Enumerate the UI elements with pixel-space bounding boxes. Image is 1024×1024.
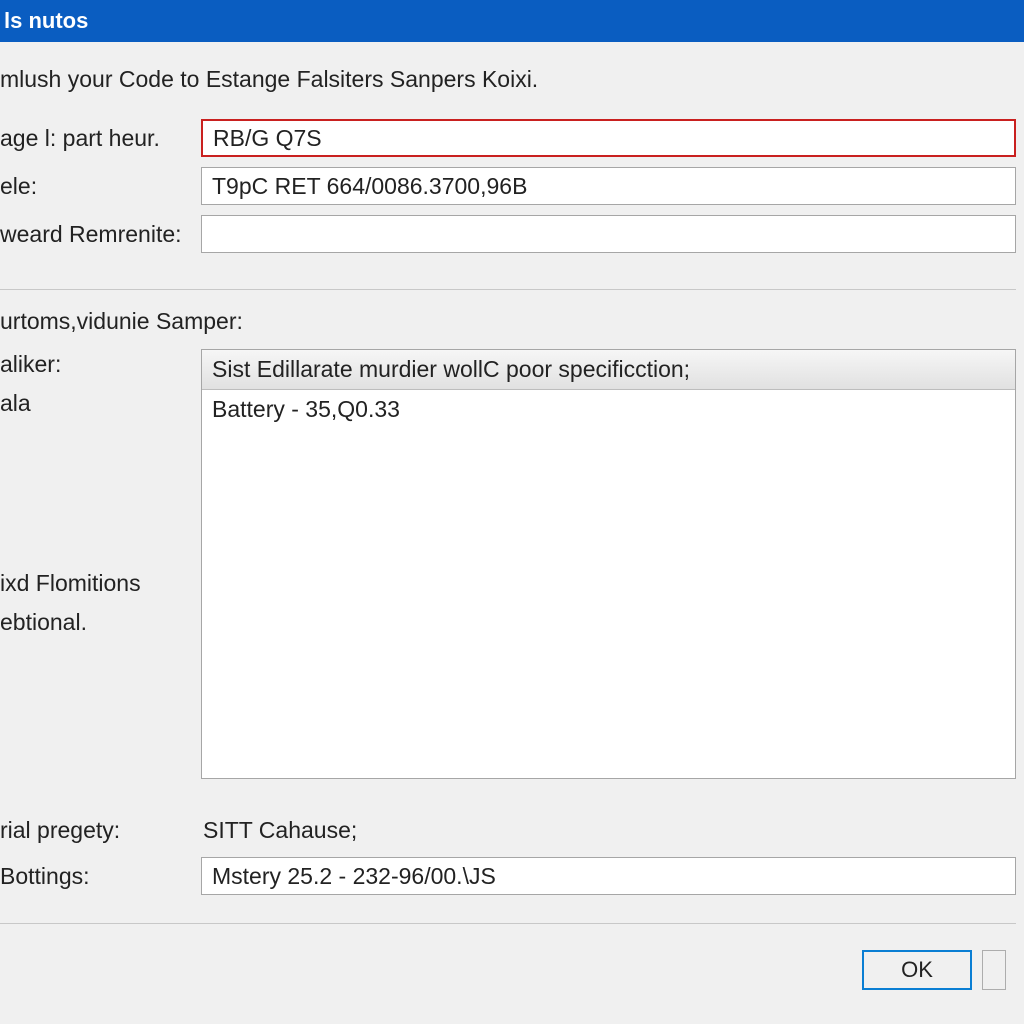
ok-button[interactable]: OK (862, 950, 972, 990)
row-ele: ele: (0, 167, 1016, 205)
dialog-window: ls nutos mlush your Code to Estange Fals… (0, 0, 1024, 1024)
bottom-divider (0, 923, 1016, 924)
input-ele[interactable] (201, 167, 1016, 205)
secondary-button[interactable] (982, 950, 1006, 990)
label-pregety: rial pregety: (0, 817, 195, 844)
label-flomitions: ixd Flomitions (0, 568, 195, 599)
section-samper-label: urtoms,vidunie Samper: (0, 308, 1016, 335)
label-ala: ala (0, 388, 195, 419)
samper-listbox[interactable]: Sist Edillarate murdier wollC poor speci… (201, 349, 1016, 779)
label-bottings: Bottings: (0, 863, 195, 890)
input-bottings[interactable] (201, 857, 1016, 895)
input-remrente[interactable] (201, 215, 1016, 253)
dialog-description: mlush your Code to Estange Falsiters San… (0, 66, 1016, 93)
dialog-content: mlush your Code to Estange Falsiters San… (0, 42, 1024, 1024)
row-part-heur: age l: part heur. (0, 119, 1016, 157)
row-bottings: Bottings: (0, 857, 1016, 895)
value-pregety: SITT Cahause; (201, 813, 359, 848)
button-bar: OK (0, 934, 1016, 990)
label-ele: ele: (0, 173, 195, 200)
list-item[interactable]: Battery - 35,Q0.33 (202, 390, 1015, 429)
input-part-heur[interactable] (201, 119, 1016, 157)
row-remrente: weard Remrenite: (0, 215, 1016, 253)
samper-grid: aliker: ala ixd Flomitions ebtional. Sis… (0, 349, 1016, 779)
label-part-heur: age l: part heur. (0, 125, 195, 152)
label-ebtional: ebtional. (0, 607, 195, 638)
row-pregety: rial pregety: SITT Cahause; (0, 811, 1016, 849)
listbox-header: Sist Edillarate murdier wollC poor speci… (202, 350, 1015, 390)
label-aliker: aliker: (0, 349, 195, 380)
section-samper: urtoms,vidunie Samper: aliker: ala ixd F… (0, 289, 1016, 779)
label-remrente: weard Remrenite: (0, 221, 195, 248)
titlebar: ls nutos (0, 0, 1024, 42)
window-title: ls nutos (4, 8, 88, 34)
samper-left-labels: aliker: ala ixd Flomitions ebtional. (0, 349, 195, 779)
bottom-section: rial pregety: SITT Cahause; Bottings: (0, 811, 1016, 895)
